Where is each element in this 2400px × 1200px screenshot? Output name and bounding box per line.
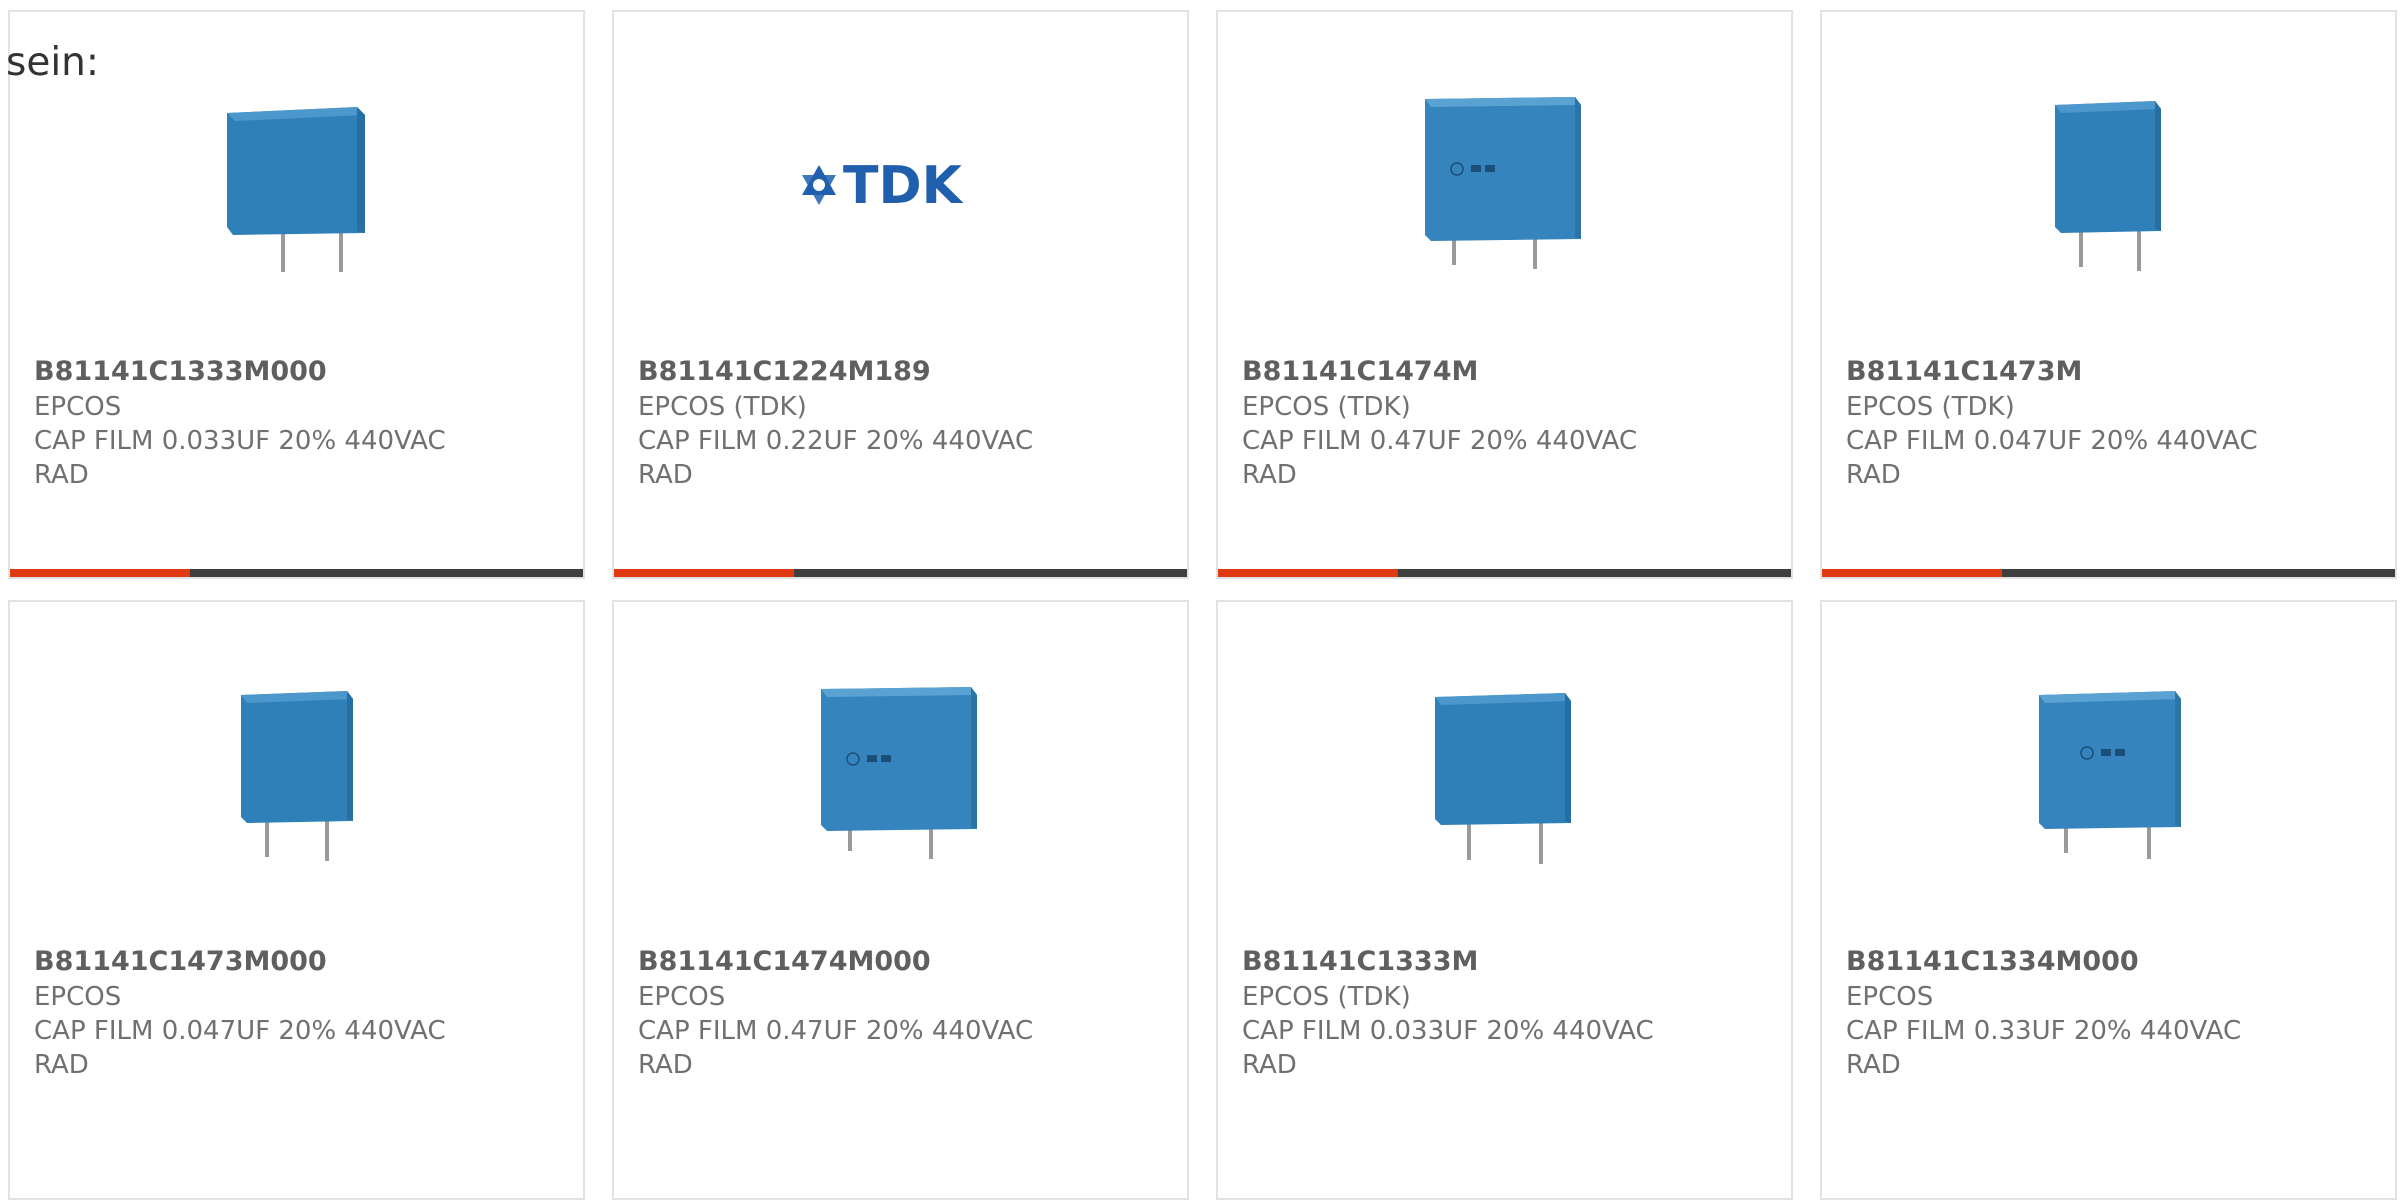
manufacturer: EPCOS (TDK): [1242, 982, 1411, 1012]
card-accent-bar: [10, 569, 191, 577]
description-line-2: RAD: [1242, 1050, 1297, 1080]
product-image[interactable]: [10, 72, 583, 297]
capacitor-icon: [2054, 100, 2161, 271]
product-image[interactable]: TDK: [614, 72, 1187, 297]
product-info: B81141C1473M EPCOS (TDK) CAP FILM 0.047U…: [1846, 354, 2375, 492]
product-card[interactable]: B81141C1334M000 EPCOS CAP FILM 0.33UF 20…: [1820, 600, 2397, 1200]
tdk-logo-icon: TDK: [801, 156, 964, 216]
capacitor-icon: [2038, 690, 2181, 859]
intro-text: sein:: [6, 40, 100, 85]
card-accent-bar: [614, 569, 795, 577]
part-number[interactable]: B81141C1473M: [1846, 354, 2375, 390]
manufacturer: EPCOS (TDK): [1846, 392, 2015, 422]
part-number[interactable]: B81141C1474M000: [638, 944, 1167, 980]
part-number[interactable]: B81141C1473M000: [34, 944, 563, 980]
tdk-logo-text: TDK: [843, 156, 964, 216]
description-line-2: RAD: [1242, 460, 1297, 490]
manufacturer: EPCOS: [34, 392, 122, 422]
part-number[interactable]: B81141C1333M: [1242, 944, 1771, 980]
part-number[interactable]: B81141C1224M189: [638, 354, 1167, 390]
manufacturer: EPCOS: [638, 982, 726, 1012]
description-line-2: RAD: [34, 460, 89, 490]
description-line-1: CAP FILM 0.22UF 20% 440VAC: [638, 426, 1034, 456]
product-card[interactable]: B81141C1473M EPCOS (TDK) CAP FILM 0.047U…: [1820, 10, 2397, 579]
description-line-1: CAP FILM 0.47UF 20% 440VAC: [1242, 426, 1638, 456]
part-number[interactable]: B81141C1333M000: [34, 354, 563, 390]
product-info: B81141C1333M EPCOS (TDK) CAP FILM 0.033U…: [1242, 944, 1771, 1082]
manufacturer: EPCOS (TDK): [1242, 392, 1411, 422]
capacitor-icon: [240, 690, 353, 861]
product-image[interactable]: [614, 662, 1187, 887]
card-accent-bar: [1822, 569, 2003, 577]
part-number[interactable]: B81141C1474M: [1242, 354, 1771, 390]
description-line-2: RAD: [638, 1050, 693, 1080]
description-line-1: CAP FILM 0.033UF 20% 440VAC: [1242, 1016, 1654, 1046]
description-line-2: RAD: [34, 1050, 89, 1080]
capacitor-icon: [1424, 96, 1581, 269]
description-line-1: CAP FILM 0.047UF 20% 440VAC: [1846, 426, 2258, 456]
product-card[interactable]: B81141C1474M EPCOS (TDK) CAP FILM 0.47UF…: [1216, 10, 1793, 579]
description-line-1: CAP FILM 0.047UF 20% 440VAC: [34, 1016, 446, 1046]
product-image[interactable]: [1218, 72, 1791, 297]
card-bottom-bar: [10, 569, 583, 577]
product-image[interactable]: [1822, 72, 2395, 297]
product-info: B81141C1474M EPCOS (TDK) CAP FILM 0.47UF…: [1242, 354, 1771, 492]
description-line-2: RAD: [1846, 460, 1901, 490]
product-grid: B81141C1333M000 EPCOS CAP FILM 0.033UF 2…: [8, 10, 2400, 1200]
product-image[interactable]: [1822, 662, 2395, 887]
description-line-1: CAP FILM 0.33UF 20% 440VAC: [1846, 1016, 2242, 1046]
part-number[interactable]: B81141C1334M000: [1846, 944, 2375, 980]
product-image[interactable]: [1218, 662, 1791, 887]
product-info: B81141C1224M189 EPCOS (TDK) CAP FILM 0.2…: [638, 354, 1167, 492]
card-bottom-bar: [1822, 569, 2395, 577]
product-card[interactable]: TDK B81141C1224M189 EPCOS (TDK) CAP FILM…: [612, 10, 1189, 579]
description-line-2: RAD: [1846, 1050, 1901, 1080]
product-info: B81141C1334M000 EPCOS CAP FILM 0.33UF 20…: [1846, 944, 2375, 1082]
product-info: B81141C1473M000 EPCOS CAP FILM 0.047UF 2…: [34, 944, 563, 1082]
description-line-2: RAD: [638, 460, 693, 490]
manufacturer: EPCOS: [34, 982, 122, 1012]
product-image[interactable]: [10, 662, 583, 887]
description-line-1: CAP FILM 0.47UF 20% 440VAC: [638, 1016, 1034, 1046]
product-info: B81141C1474M000 EPCOS CAP FILM 0.47UF 20…: [638, 944, 1167, 1082]
manufacturer: EPCOS (TDK): [638, 392, 807, 422]
product-card[interactable]: B81141C1333M000 EPCOS CAP FILM 0.033UF 2…: [8, 10, 585, 579]
card-bottom-bar: [1218, 569, 1791, 577]
capacitor-icon: [226, 106, 365, 272]
manufacturer: EPCOS: [1846, 982, 1934, 1012]
card-bottom-bar: [614, 569, 1187, 577]
capacitor-icon: [820, 686, 977, 859]
product-card[interactable]: B81141C1474M000 EPCOS CAP FILM 0.47UF 20…: [612, 600, 1189, 1200]
description-line-1: CAP FILM 0.033UF 20% 440VAC: [34, 426, 446, 456]
product-info: B81141C1333M000 EPCOS CAP FILM 0.033UF 2…: [34, 354, 563, 492]
product-card[interactable]: B81141C1333M EPCOS (TDK) CAP FILM 0.033U…: [1216, 600, 1793, 1200]
product-card[interactable]: B81141C1473M000 EPCOS CAP FILM 0.047UF 2…: [8, 600, 585, 1200]
card-accent-bar: [1218, 569, 1399, 577]
capacitor-icon: [1434, 692, 1571, 864]
